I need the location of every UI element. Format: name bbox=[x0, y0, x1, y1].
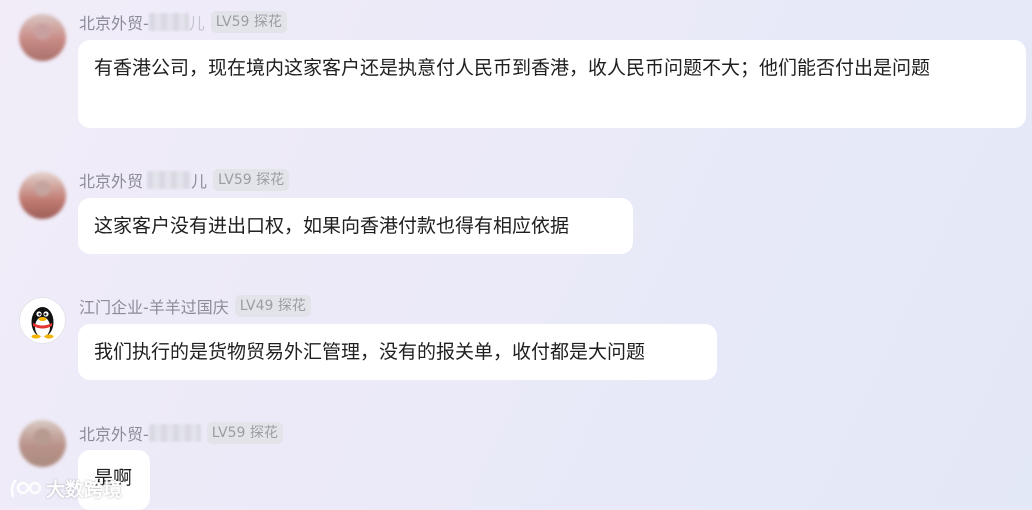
message-text: 这家客户没有进出口权，如果向香港付款也得有相应依据 bbox=[94, 215, 570, 237]
message-text: 有香港公司，现在境内这家客户还是执意付人民币到香港，收人民币问题不大；他们能否付… bbox=[94, 57, 931, 79]
message-bubble[interactable]: 我们执行的是货物贸易外汇管理，没有的报关单，收付都是大问题 bbox=[78, 324, 717, 380]
level-badge: LV59 探花 bbox=[210, 11, 287, 33]
masked-name bbox=[147, 171, 192, 189]
sender-meta: 北京外贸- LV59 探花 bbox=[79, 422, 283, 444]
watermark-text: 大数跨境 bbox=[46, 478, 123, 501]
brand-logo-icon bbox=[10, 479, 42, 498]
sender-meta: 北京外贸- 儿 LV59 探花 bbox=[79, 11, 287, 33]
sender-nickname[interactable]: 江门企业-羊羊过国庆 bbox=[79, 294, 229, 318]
masked-name bbox=[148, 13, 189, 31]
avatar[interactable] bbox=[19, 297, 66, 344]
avatar[interactable] bbox=[19, 420, 66, 467]
avatar[interactable] bbox=[19, 172, 66, 219]
penguin-icon bbox=[31, 307, 54, 339]
sender-nickname[interactable]: 北京外贸- bbox=[79, 10, 149, 34]
watermark: 大数跨境 bbox=[8, 473, 122, 503]
level-badge: LV59 探花 bbox=[213, 169, 290, 191]
level-badge: LV49 探花 bbox=[234, 295, 311, 317]
sender-meta: 北京外贸 儿 LV59 探花 bbox=[79, 168, 290, 192]
level-badge: LV59 探花 bbox=[206, 422, 283, 444]
sender-nickname-suffix: 儿 bbox=[191, 172, 208, 191]
sender-nickname-suffix: 儿 bbox=[188, 14, 205, 33]
sender-meta: 江门企业-羊羊过国庆 LV49 探花 bbox=[79, 295, 311, 317]
message-text: 我们执行的是货物贸易外汇管理，没有的报关单，收付都是大问题 bbox=[94, 341, 646, 363]
message-bubble[interactable]: 有香港公司，现在境内这家客户还是执意付人民币到香港，收人民币问题不大；他们能否付… bbox=[78, 40, 1026, 128]
message-bubble[interactable]: 这家客户没有进出口权，如果向香港付款也得有相应依据 bbox=[78, 198, 633, 254]
masked-name bbox=[148, 424, 201, 442]
sender-nickname[interactable]: 北京外贸- bbox=[79, 421, 149, 445]
sender-nickname[interactable]: 北京外贸 bbox=[79, 168, 143, 192]
avatar[interactable] bbox=[19, 14, 66, 61]
